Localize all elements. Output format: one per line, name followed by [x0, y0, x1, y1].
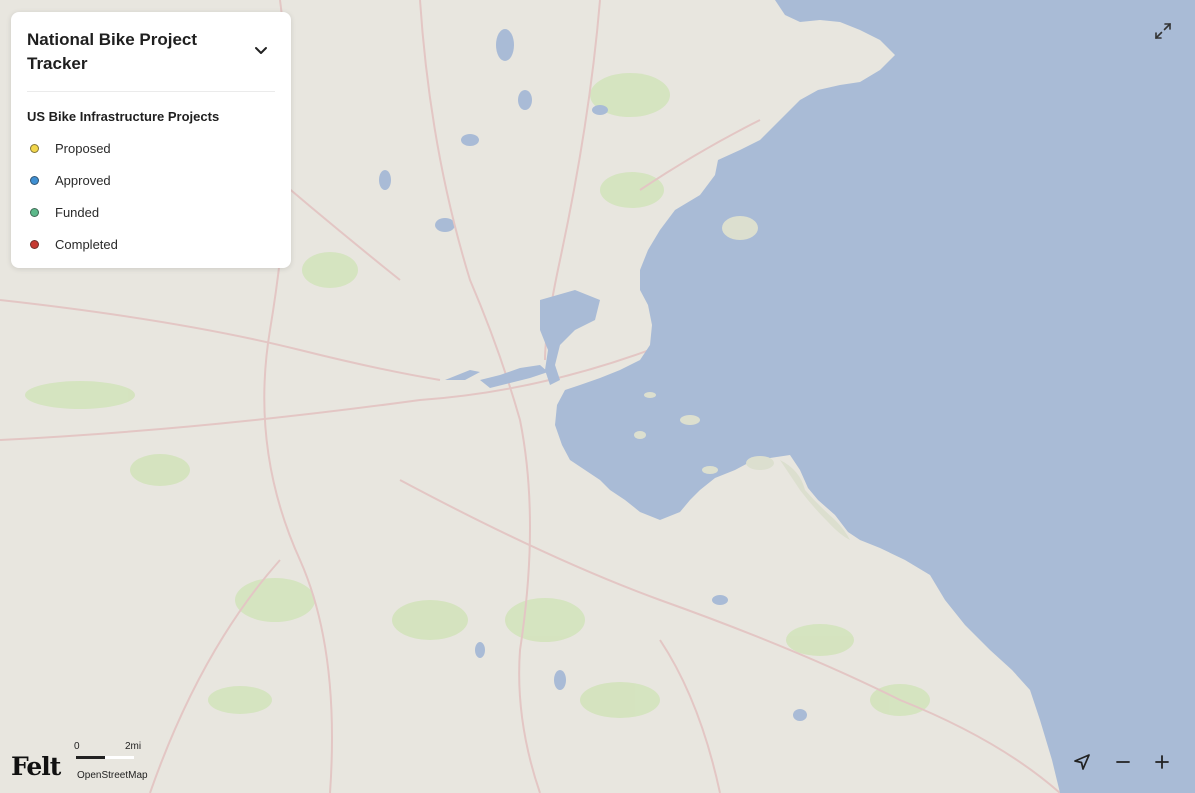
map-title: National Bike Project Tracker [27, 30, 198, 73]
locate-icon[interactable] [1069, 749, 1095, 775]
chevron-down-icon[interactable] [251, 40, 271, 60]
funded-swatch [30, 207, 39, 217]
scale-min-label: 0 [74, 741, 80, 752]
legend-label: Approved [55, 172, 111, 188]
legend-item-approved[interactable]: Approved [27, 170, 111, 190]
legend-item-completed[interactable]: Completed [27, 234, 118, 254]
scale-bar-segment [105, 756, 134, 759]
proposed-swatch [30, 143, 39, 153]
approved-swatch [30, 175, 39, 185]
felt-logo[interactable]: Felt [11, 752, 61, 781]
legend-label: Proposed [55, 140, 111, 156]
panel-divider [27, 91, 275, 92]
layer-title: US Bike Infrastructure Projects [27, 109, 220, 124]
zoom-in-icon[interactable] [1149, 749, 1175, 775]
scale-max-label: 2mi [125, 741, 142, 752]
completed-swatch [30, 239, 39, 249]
fullscreen-icon[interactable] [1150, 18, 1176, 44]
legend-panel: National Bike Project Tracker US Bike In… [11, 12, 291, 268]
legend-label: Completed [55, 236, 118, 252]
scale-bar: 0 2mi [74, 741, 164, 761]
zoom-out-icon[interactable] [1110, 749, 1136, 775]
legend-label: Funded [55, 204, 100, 220]
legend-item-funded[interactable]: Funded [27, 202, 99, 222]
legend-item-proposed[interactable]: Proposed [27, 138, 111, 158]
attribution-link[interactable]: OpenStreetMap [77, 770, 148, 781]
